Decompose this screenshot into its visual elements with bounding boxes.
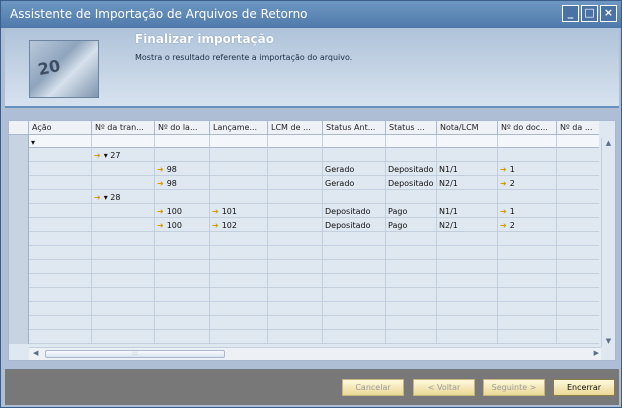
expand-arrow-icon: ➜ (94, 192, 101, 202)
column-last[interactable]: Nº da ... (557, 121, 599, 135)
close-button[interactable]: × (600, 5, 617, 22)
scroll-down-icon[interactable]: ▼ (603, 336, 614, 347)
finish-button[interactable]: Encerrar (553, 379, 615, 396)
table-row[interactable]: ➜ 98 Gerado Depositado N1/1 ➜ 1 (9, 162, 599, 176)
column-transaction-number[interactable]: Nº da tran... (92, 121, 155, 135)
back-button[interactable]: < Voltar (413, 379, 475, 396)
column-status[interactable]: Status ... (386, 121, 437, 135)
table-row[interactable]: ➜ 98 Gerado Depositado N2/1 ➜ 2 (9, 176, 599, 190)
column-lcm[interactable]: LCM de ... (268, 121, 323, 135)
import-wizard-window: Assistente de Importação de Arquivos de … (0, 0, 622, 408)
link-arrow-icon: ➜ (500, 178, 507, 188)
table-row[interactable]: ➜ 100 ➜ 101 Depositado Pago N1/1 ➜ 1 (9, 204, 599, 218)
next-button[interactable]: Seguinte > (483, 379, 545, 396)
table-row[interactable]: ➜ 100 ➜ 102 Depositado Pago N2/1 ➜ 2 (9, 218, 599, 232)
link-arrow-icon: ➜ (500, 220, 507, 230)
column-action[interactable]: Ação (29, 121, 92, 135)
page-title: Finalizar importação (135, 32, 275, 46)
horizontal-scroll-thumb[interactable]: ::: (45, 350, 225, 358)
table-row[interactable]: ➜ ▾ 27 (9, 148, 599, 162)
column-batch-number[interactable]: Nº do la... (155, 121, 210, 135)
column-entry[interactable]: Lançame... (210, 121, 268, 135)
grid-header-row: Ação Nº da tran... Nº do la... Lançame..… (9, 121, 599, 135)
window-title: Assistente de Importação de Arquivos de … (10, 7, 308, 21)
maximize-button[interactable]: □ (581, 5, 598, 22)
wizard-header: 20 Finalizar importação Mostra o resulta… (5, 28, 619, 108)
page-subtitle: Mostra o resultado referente a importaçã… (135, 53, 353, 62)
scroll-up-icon[interactable]: ▲ (603, 138, 614, 149)
expand-arrow-icon: ➜ (94, 150, 101, 160)
vertical-scrollbar[interactable]: ▲ ▼ (601, 138, 614, 347)
row-header-corner (9, 121, 29, 135)
link-arrow-icon: ➜ (157, 206, 164, 216)
minimize-button[interactable]: _ (562, 5, 579, 22)
column-note-lcm[interactable]: Nota/LCM (437, 121, 498, 135)
link-arrow-icon: ➜ (212, 220, 219, 230)
table-row[interactable]: ➜ ▾ 28 (9, 190, 599, 204)
link-arrow-icon: ➜ (157, 220, 164, 230)
scroll-left-icon[interactable]: ◀ (33, 349, 38, 357)
column-previous-status[interactable]: Status Ant... (323, 121, 386, 135)
cancel-button[interactable]: Cancelar (342, 379, 404, 396)
link-arrow-icon: ➜ (500, 164, 507, 174)
result-grid: Ação Nº da tran... Nº do la... Lançame..… (8, 120, 616, 361)
scroll-right-icon[interactable]: ▶ (594, 349, 599, 357)
column-document-number[interactable]: Nº do doc... (498, 121, 557, 135)
filter-row: ▾ (9, 135, 599, 149)
link-arrow-icon: ➜ (500, 206, 507, 216)
title-bar: Assistente de Importação de Arquivos de … (1, 1, 621, 28)
filter-arrow-icon[interactable]: ▾ (29, 135, 92, 149)
wizard-footer: Cancelar < Voltar Seguinte > Encerrar (5, 369, 619, 405)
grid-body: ➜ ▾ 27 ➜ 98 Gerado Depositado N1/1 ➜ 1 ➜… (9, 148, 599, 344)
banknote-image: 20 (29, 40, 99, 98)
link-arrow-icon: ➜ (157, 164, 164, 174)
link-arrow-icon: ➜ (157, 178, 164, 188)
link-arrow-icon: ➜ (212, 206, 219, 216)
horizontal-scrollbar[interactable]: ◀ ::: ▶ (29, 347, 601, 360)
